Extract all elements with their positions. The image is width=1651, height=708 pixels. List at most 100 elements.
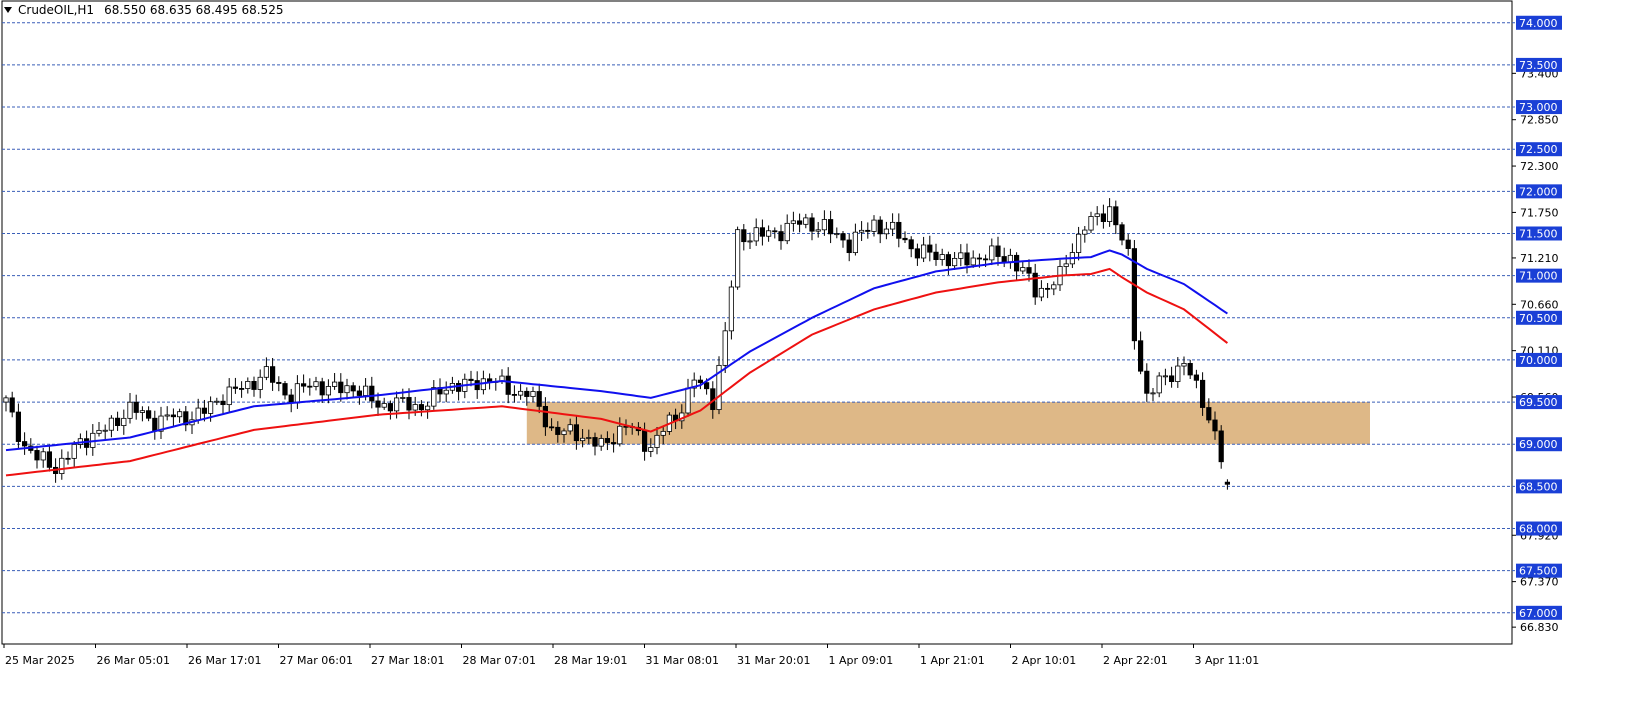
candle-bull bbox=[164, 414, 170, 417]
candle-bull bbox=[294, 383, 301, 404]
level-label: 72.500 bbox=[1519, 143, 1558, 156]
level-label: 68.000 bbox=[1519, 523, 1558, 536]
candle-bear bbox=[238, 388, 245, 390]
candle-bull bbox=[424, 405, 431, 411]
candle-bear bbox=[778, 231, 784, 242]
candle-bear bbox=[877, 219, 883, 235]
candle-bear bbox=[356, 390, 363, 396]
candle-bull bbox=[96, 429, 102, 434]
x-tick-label: 28 Mar 19:01 bbox=[554, 654, 627, 667]
candle-bull bbox=[753, 227, 759, 242]
x-tick-label: 31 Mar 20:01 bbox=[737, 654, 810, 667]
candle-bull bbox=[3, 397, 9, 403]
candle-bull bbox=[59, 457, 65, 474]
candle-bear bbox=[1113, 206, 1119, 226]
candle-bull bbox=[1181, 363, 1187, 367]
candle-bear bbox=[536, 391, 542, 407]
candle-bear bbox=[282, 383, 288, 396]
candle-bull bbox=[40, 451, 46, 461]
candle-bull bbox=[821, 219, 828, 231]
y-tick-label: 72.850 bbox=[1520, 114, 1559, 127]
level-label: 71.000 bbox=[1519, 270, 1558, 283]
candle-bull bbox=[598, 438, 604, 447]
x-tick-label: 2 Apr 22:01 bbox=[1103, 654, 1168, 667]
level-label: 71.500 bbox=[1519, 227, 1558, 240]
y-tick-label: 66.830 bbox=[1520, 621, 1559, 634]
candle-bear bbox=[896, 221, 902, 239]
candle-bear bbox=[276, 381, 282, 384]
candle-bear bbox=[908, 239, 914, 250]
candle-bear bbox=[1169, 375, 1175, 383]
candle-bear bbox=[1193, 374, 1199, 381]
candle-bear bbox=[170, 414, 176, 418]
candle-bull bbox=[1175, 365, 1181, 383]
candle-bear bbox=[611, 442, 617, 445]
candle-bear bbox=[573, 424, 580, 442]
candle-bull bbox=[815, 229, 821, 232]
candle-bull bbox=[108, 417, 114, 431]
candle-bear bbox=[933, 251, 939, 260]
candle-bull bbox=[660, 430, 666, 436]
candle-bull bbox=[766, 230, 772, 237]
candle-bull bbox=[648, 447, 654, 452]
candle-bull bbox=[890, 221, 896, 230]
candle-bull bbox=[263, 366, 270, 378]
candle-bull bbox=[1007, 254, 1014, 263]
candle-bear bbox=[1224, 481, 1230, 485]
candle-bull bbox=[518, 390, 524, 396]
candle-bear bbox=[9, 397, 15, 413]
candle-bear bbox=[288, 394, 294, 404]
candle-bull bbox=[362, 385, 369, 396]
candle-bear bbox=[46, 451, 53, 468]
candle-bull bbox=[393, 397, 400, 412]
candle-bear bbox=[350, 385, 356, 392]
candle-bear bbox=[455, 383, 462, 392]
candle-bear bbox=[840, 233, 846, 241]
candle-bull bbox=[790, 220, 797, 224]
candle-bear bbox=[1138, 340, 1144, 372]
level-label: 70.500 bbox=[1519, 312, 1558, 325]
menu-triangle-icon[interactable] bbox=[4, 7, 12, 13]
candle-bear bbox=[555, 426, 561, 435]
candle-bull bbox=[71, 444, 77, 459]
candle-bear bbox=[964, 252, 970, 266]
chart-header: CrudeOIL,H1 68.550 68.635 68.495 68.525 bbox=[4, 3, 283, 17]
price-chart[interactable]: 73.40072.85072.30071.75071.21070.66070.1… bbox=[0, 0, 1651, 708]
candle-bull bbox=[1038, 287, 1044, 298]
candle-bull bbox=[331, 381, 338, 387]
candle-bear bbox=[1200, 379, 1206, 408]
candle-bear bbox=[220, 400, 226, 406]
candle-bull bbox=[1051, 284, 1057, 290]
y-tick-label: 70.660 bbox=[1520, 298, 1559, 311]
candle-bull bbox=[784, 222, 790, 242]
candle-bull bbox=[412, 404, 418, 411]
candle-bear bbox=[300, 383, 307, 387]
x-tick-label: 26 Mar 17:01 bbox=[188, 654, 261, 667]
candle-bull bbox=[530, 391, 536, 397]
candle-bull bbox=[127, 401, 133, 419]
candle-bull bbox=[214, 400, 220, 403]
candle-bear bbox=[704, 382, 710, 390]
candle-bear bbox=[152, 417, 158, 432]
level-label: 67.500 bbox=[1519, 565, 1558, 578]
candle-bull bbox=[257, 376, 263, 390]
x-tick-label: 3 Apr 11:01 bbox=[1195, 654, 1260, 667]
candle-bear bbox=[1001, 256, 1007, 263]
candle-bear bbox=[995, 245, 1001, 257]
candle-bear bbox=[251, 380, 257, 390]
candle-bear bbox=[914, 248, 921, 259]
candle-bear bbox=[307, 385, 313, 388]
candle-bull bbox=[443, 389, 449, 395]
candle-bull bbox=[722, 330, 728, 366]
level-label: 69.000 bbox=[1519, 438, 1558, 451]
candle-bull bbox=[958, 252, 964, 259]
candle-bull bbox=[952, 257, 958, 267]
candle-bear bbox=[65, 457, 71, 460]
candle-bull bbox=[580, 437, 586, 442]
candle-bull bbox=[970, 257, 976, 266]
y-tick-label: 72.300 bbox=[1520, 160, 1559, 173]
candle-bull bbox=[431, 387, 437, 407]
candle-bear bbox=[772, 230, 778, 233]
candle-bull bbox=[939, 254, 945, 260]
y-tick-label: 71.210 bbox=[1520, 252, 1559, 265]
